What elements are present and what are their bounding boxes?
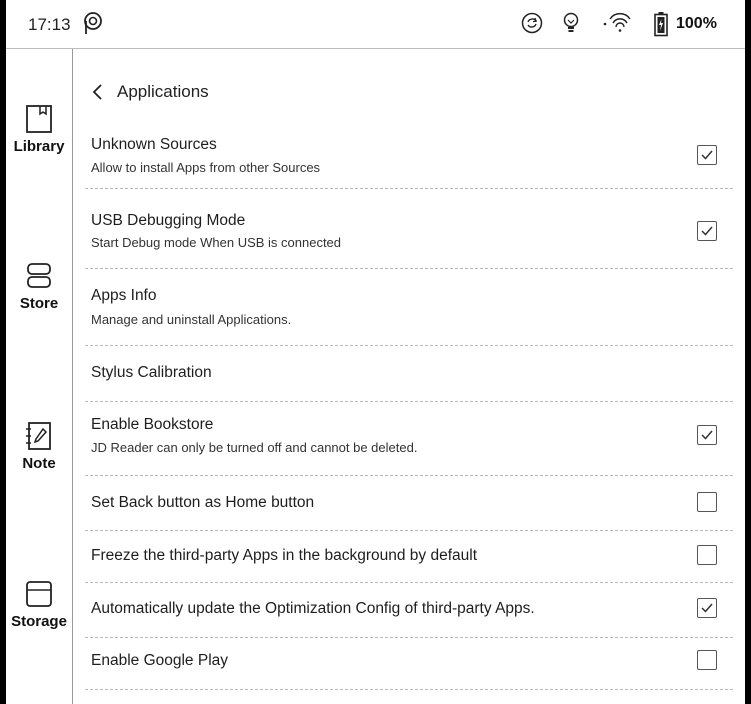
sidebar-item-library[interactable]: Library (6, 104, 72, 155)
chevron-left-icon[interactable] (89, 82, 107, 102)
main-panel: Applications Unknown Sources Allow to in… (73, 49, 745, 704)
setting-unknown-sources[interactable]: Unknown Sources Allow to install Apps fr… (85, 123, 733, 189)
status-bar: 17:13 100% (6, 0, 745, 49)
setting-stylus-calibration[interactable]: Stylus Calibration (85, 346, 733, 402)
checkbox-unchecked[interactable] (697, 492, 717, 512)
sidebar-item-note[interactable]: Note (6, 421, 72, 472)
setting-subtitle: Start Debug mode When USB is connected (91, 235, 342, 250)
battery-icon (654, 11, 668, 42)
setting-title: Enable Google Play (91, 652, 229, 669)
page-title: Applications (117, 82, 209, 101)
checkbox-checked[interactable] (697, 145, 717, 165)
checkbox-unchecked[interactable] (697, 650, 717, 670)
sync-icon[interactable] (520, 11, 544, 40)
setting-back-as-home[interactable]: Set Back button as Home button (85, 476, 733, 531)
setting-title: Set Back button as Home button (91, 494, 315, 511)
setting-title: Stylus Calibration (91, 364, 212, 381)
store-icon (6, 261, 72, 291)
setting-title: Automatically update the Optimization Co… (91, 600, 535, 617)
note-icon (6, 421, 72, 451)
checkbox-unchecked[interactable] (697, 545, 717, 565)
setting-title: USB Debugging Mode (91, 212, 246, 229)
setting-subtitle: Allow to install Apps from other Sources (91, 160, 321, 175)
sidebar-item-label: Storage (11, 613, 67, 630)
storage-icon (6, 579, 72, 609)
sidebar-item-label: Note (22, 455, 56, 472)
sidebar-item-label: Store (19, 295, 59, 312)
pocket-icon[interactable] (82, 11, 104, 40)
lightbulb-icon[interactable] (560, 11, 582, 40)
battery-percentage: 100% (676, 15, 717, 32)
page-header[interactable]: Applications (89, 79, 209, 105)
checkbox-checked[interactable] (697, 221, 717, 241)
setting-freeze-third-party[interactable]: Freeze the third-party Apps in the backg… (85, 531, 733, 583)
setting-subtitle: JD Reader can only be turned off and can… (91, 440, 418, 455)
setting-title: Apps Info (91, 287, 157, 304)
setting-enable-bookstore[interactable]: Enable Bookstore JD Reader can only be t… (85, 402, 733, 476)
book-icon (6, 104, 72, 134)
setting-title: Unknown Sources (91, 136, 217, 153)
checkbox-checked[interactable] (697, 425, 717, 445)
setting-enable-google-play[interactable]: Enable Google Play (85, 638, 733, 690)
wifi-icon[interactable] (602, 11, 634, 40)
setting-title: Enable Bookstore (91, 416, 214, 433)
sidebar-item-label: Library (13, 138, 65, 155)
clock: 17:13 (28, 15, 71, 34)
setting-title: Freeze the third-party Apps in the backg… (91, 547, 478, 564)
checkbox-checked[interactable] (697, 598, 717, 618)
setting-auto-update-optimization[interactable]: Automatically update the Optimization Co… (85, 583, 733, 638)
sidebar: Library Store Note Storage (6, 49, 73, 704)
sidebar-item-storage[interactable]: Storage (6, 579, 72, 630)
setting-apps-info[interactable]: Apps Info Manage and uninstall Applicati… (85, 269, 733, 346)
setting-usb-debugging[interactable]: USB Debugging Mode Start Debug mode When… (85, 189, 733, 269)
sidebar-item-store[interactable]: Store (6, 261, 72, 312)
setting-subtitle: Manage and uninstall Applications. (91, 312, 292, 327)
